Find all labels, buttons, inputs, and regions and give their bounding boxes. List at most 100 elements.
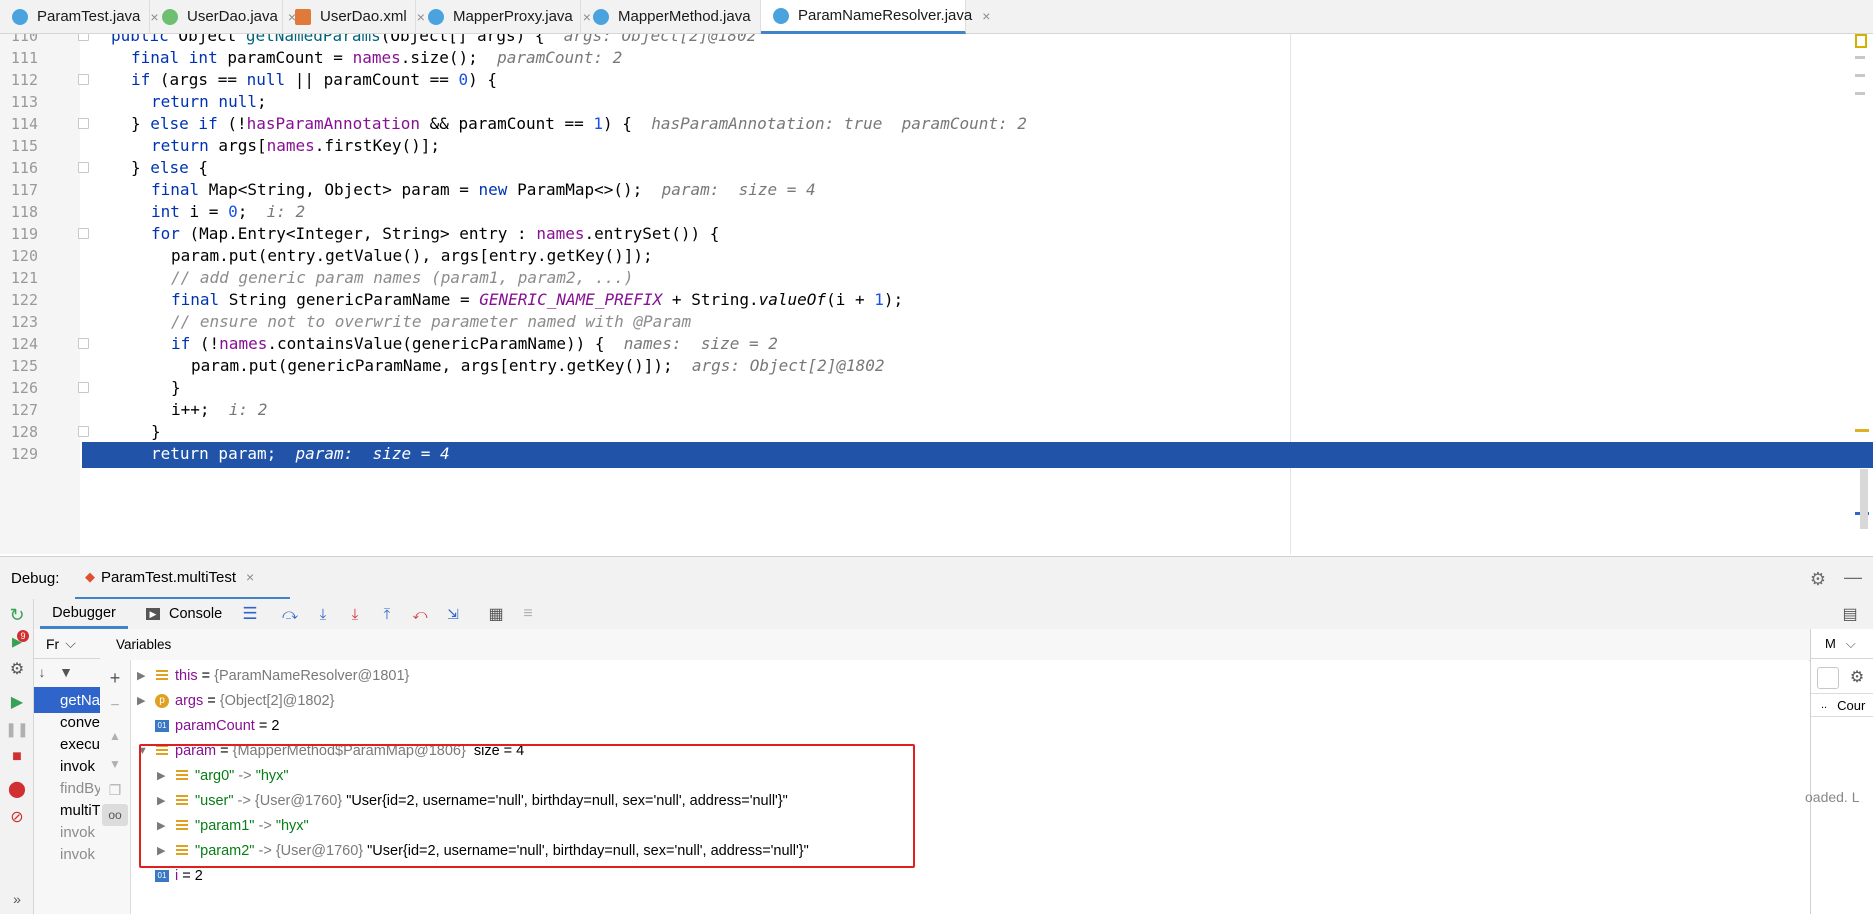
tab-mappermethod[interactable]: MapperMethod.java ×	[581, 0, 769, 33]
evaluate-expression-icon[interactable]: ▦	[486, 604, 506, 624]
force-step-into-icon[interactable]: ⤓	[345, 604, 365, 624]
step-over-icon[interactable]: ⤼	[280, 604, 300, 624]
code-token: (!	[217, 114, 247, 133]
scroll-marker[interactable]	[1855, 92, 1865, 95]
threads-menu-icon[interactable]: ☰	[240, 604, 260, 624]
variable-row[interactable]: 01 paramCount = 2	[155, 713, 279, 738]
copy-icon[interactable]: ❐	[105, 780, 125, 800]
fold-marker-icon[interactable]	[78, 382, 89, 393]
memory-col-count: Cour	[1837, 697, 1866, 713]
minimize-icon[interactable]: —	[1843, 567, 1863, 587]
drop-frame-icon[interactable]: ⤺	[410, 604, 430, 624]
fold-marker-icon[interactable]	[78, 426, 89, 437]
close-icon[interactable]: ×	[246, 569, 254, 585]
arrow-down-icon[interactable]: ↓	[34, 662, 50, 682]
move-up-icon[interactable]: ▲	[105, 726, 125, 746]
scroll-marker[interactable]	[1855, 74, 1865, 77]
memory-status-text: oaded. L	[1805, 789, 1860, 805]
tab-userdao-java[interactable]: UserDao.java ×	[150, 0, 296, 33]
code-token: names	[536, 224, 585, 243]
step-out-icon[interactable]: ⤒	[377, 604, 397, 624]
variable-row[interactable]: ▶ this = {ParamNameResolver@1801}	[137, 663, 409, 688]
view-breakpoints-icon[interactable]: ⬤	[7, 779, 27, 799]
tab-mapperproxy[interactable]: MapperProxy.java ×	[416, 0, 591, 33]
memory-header[interactable]: M ⌵	[1811, 629, 1873, 659]
variables-tree[interactable]: ▶ this = {ParamNameResolver@1801} ▶ p ar…	[131, 660, 1809, 914]
code-token: if	[171, 334, 191, 353]
code-editor[interactable]: 110 public Object getNamedParams(Object[…	[0, 34, 1873, 554]
code-token: (args ==	[150, 70, 247, 89]
scroll-marker[interactable]	[1855, 56, 1865, 59]
field-icon	[155, 669, 169, 683]
code-token: (i +	[826, 290, 875, 309]
tab-console[interactable]: ▶ Console	[146, 599, 222, 629]
memory-search-input[interactable]	[1817, 667, 1839, 689]
fold-marker-icon[interactable]	[78, 228, 89, 239]
variables-controls: + − ▲ ▼ ❐ oo	[100, 660, 131, 914]
fold-marker-icon[interactable]	[78, 74, 89, 85]
fold-marker-icon[interactable]	[78, 34, 89, 41]
frame-label: getNa	[60, 691, 100, 709]
code-token: ParamMap<>();	[507, 180, 643, 199]
code-token: return null	[151, 92, 257, 111]
fold-marker-icon[interactable]	[78, 162, 89, 173]
variable-row[interactable]: ▶ p args = {Object[2]@1802}	[137, 688, 334, 713]
frames-header[interactable]: Fr ⌵	[34, 629, 100, 659]
memory-column-header[interactable]: .. Cour	[1811, 693, 1873, 717]
code-token: }	[131, 114, 151, 133]
run-to-cursor-icon[interactable]: ⇲	[443, 604, 463, 624]
memory-col-dots: ..	[1821, 699, 1828, 711]
code-token: i++;	[171, 400, 210, 419]
scroll-marker[interactable]	[1855, 429, 1869, 432]
gear-icon[interactable]: ⚙	[1847, 667, 1867, 687]
variable-name: args	[175, 692, 204, 709]
frame-label: findBy	[60, 779, 100, 797]
filter-icon[interactable]: ▼	[58, 662, 74, 682]
tab-label: MapperProxy.java	[453, 8, 573, 25]
add-watch-icon[interactable]: +	[105, 668, 125, 688]
chevron-down-icon[interactable]: ⌵	[1846, 636, 1856, 652]
frame-label: conve	[60, 713, 100, 731]
expand-arrow-icon[interactable]: ▶	[137, 669, 151, 682]
settings-bug-icon[interactable]: ⚙	[7, 659, 27, 679]
tab-paramnameresolver[interactable]: ParamNameResolver.java ×	[761, 0, 990, 34]
code-token: return	[151, 136, 209, 155]
console-icon: ▶	[146, 608, 160, 620]
trace-icon[interactable]: ≡	[518, 604, 538, 624]
code-token: new	[478, 180, 508, 199]
execution-point-line[interactable]: return param; param: size = 4	[82, 442, 1873, 468]
mute-breakpoints-icon[interactable]: ⊘	[7, 807, 27, 827]
pause-icon[interactable]: ❚❚	[5, 719, 28, 739]
move-down-icon[interactable]: ▼	[105, 754, 125, 774]
code-token: param.put(entry.getValue(), args[entry.g…	[171, 246, 653, 265]
remove-watch-icon[interactable]: −	[105, 696, 125, 716]
resume-program-icon[interactable]: ▶	[7, 692, 27, 712]
scroll-marker[interactable]	[1855, 34, 1867, 48]
stop-icon[interactable]: ■	[7, 747, 27, 767]
frames-header-label: Fr	[46, 635, 60, 652]
step-into-icon[interactable]: ⤓	[313, 604, 333, 624]
fold-marker-icon[interactable]	[78, 338, 89, 349]
resume-badge-icon[interactable]: ▶ 9	[7, 630, 29, 652]
glasses-icon[interactable]: oo	[102, 804, 128, 826]
frame-item[interactable]: invok	[34, 841, 100, 867]
fold-marker-icon[interactable]	[78, 118, 89, 129]
tab-debugger[interactable]: Debugger	[40, 599, 128, 629]
code-line-gutter[interactable]: 129	[0, 442, 82, 468]
code-token: Object	[168, 34, 246, 45]
expand-arrow-icon[interactable]: ▶	[137, 694, 151, 707]
scroll-thumb[interactable]	[1860, 469, 1868, 529]
debug-session-tab[interactable]: ◆ ParamTest.multiTest ×	[75, 557, 290, 600]
code-token: .containsValue(genericParamName)) {	[267, 334, 605, 353]
code-token: || paramCount ==	[285, 70, 459, 89]
tab-userdao-xml[interactable]: UserDao.xml ×	[283, 0, 425, 33]
more-icon[interactable]: »	[7, 889, 27, 909]
variable-eq: = 2	[178, 867, 203, 884]
chevron-down-icon[interactable]: ⌵	[65, 635, 76, 652]
close-icon[interactable]: ×	[982, 8, 990, 24]
tab-paramtest[interactable]: ParamTest.java ×	[0, 0, 159, 33]
line-number: 117	[10, 181, 38, 199]
rerun-icon[interactable]: ↻	[7, 605, 27, 625]
gear-icon[interactable]: ⚙	[1808, 569, 1828, 589]
layout-icon[interactable]: ▤	[1840, 604, 1860, 624]
